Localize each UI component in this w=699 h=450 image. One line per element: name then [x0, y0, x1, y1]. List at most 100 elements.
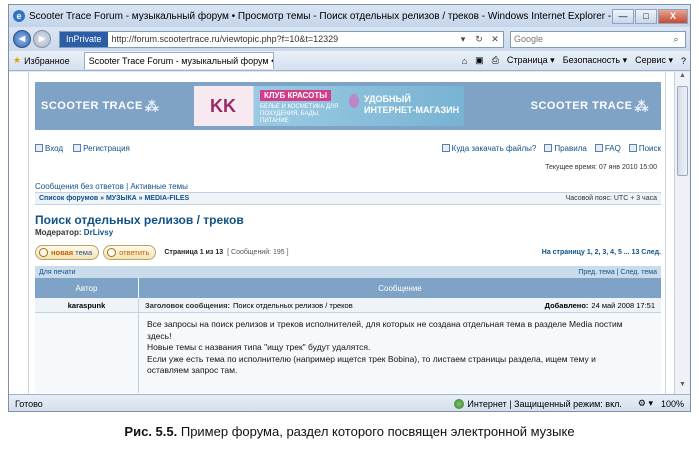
globe-icon — [454, 398, 465, 409]
scrollbar-thumb[interactable] — [677, 86, 688, 176]
reply-label: ответить — [119, 247, 150, 257]
column-author: Автор — [35, 278, 139, 298]
prev-next-topic[interactable]: Пред. тема | След. тема — [578, 269, 657, 276]
caption-label: Рис. 5.5. — [124, 424, 178, 439]
top-links-right: Куда закачать файлы? Правила FAQ Поиск — [441, 144, 661, 153]
scroll-down-icon[interactable]: ▼ — [675, 381, 690, 394]
post-line: Новые темы с названия типа "ищу трек" бу… — [147, 342, 371, 352]
favorites-bar: ★ Избранное Scooter Trace Forum - музыка… — [9, 51, 690, 71]
feeds-icon[interactable]: ▣ — [475, 55, 484, 66]
unanswered-link[interactable]: Сообщения без ответов — [35, 182, 124, 191]
login-link[interactable]: Вход — [35, 144, 63, 153]
browser-tab[interactable]: Scooter Trace Forum - музыкальный форум … — [83, 52, 274, 69]
site-logo-right[interactable]: SCOOTER TRACE ⁂ — [526, 98, 661, 115]
stop-icon[interactable]: ✕ — [487, 34, 503, 45]
tools-menu[interactable]: Сервис ▾ — [635, 55, 673, 66]
post-subject-label: Заголовок сообщения: — [145, 300, 230, 310]
ad-logo: KK — [210, 95, 236, 116]
register-label: Регистрация — [83, 144, 130, 153]
tab-title: Scooter Trace Forum - музыкальный форум … — [88, 56, 274, 66]
status-bar: Готово Интернет | Защищенный режим: вкл.… — [9, 394, 690, 411]
post-added: Добавлено: 24 май 2008 17:51 — [545, 301, 655, 310]
post-author-panel — [35, 313, 139, 393]
post-added-label: Добавлено: — [544, 300, 589, 310]
search-label: Поиск — [638, 144, 661, 153]
new-topic-button[interactable]: новая тема — [35, 244, 100, 260]
favorites-star-icon[interactable]: ★ — [13, 55, 21, 66]
faq-label: FAQ — [604, 144, 621, 153]
post-subject-cell: Заголовок сообщения: Поиск отдельных рел… — [139, 298, 661, 312]
search-go-icon[interactable]: ⌕ — [667, 34, 685, 45]
link-separator: | — [126, 182, 129, 191]
upload-link[interactable]: Куда закачать файлы? — [441, 144, 536, 153]
url-field[interactable]: http://forum.scootertrace.ru/viewtopic.p… — [108, 34, 455, 44]
print-icon[interactable]: ⎙ — [492, 55, 499, 66]
faq-icon — [594, 144, 603, 152]
maximize-button[interactable]: □ — [635, 8, 657, 24]
ad-small-text: БЕЛЬЕ И КОСМЕТИКА ДЛЯ ПОХУДЕНИЯ, БАДЫ, П… — [260, 104, 339, 124]
message-count: [ Сообщений: 195 ] — [227, 248, 289, 256]
footprint-icon: ⁂ — [144, 97, 160, 114]
topic-title[interactable]: Поиск отдельных релизов / треков — [35, 213, 244, 227]
secondary-links: Сообщения без ответов | Активные темы — [35, 182, 188, 191]
table-header: Автор Сообщение — [35, 278, 661, 298]
top-links: Вход Регистрация Куда закачать файлы? Пр… — [35, 144, 661, 153]
active-topics-link[interactable]: Активные темы — [130, 182, 187, 191]
search-link[interactable]: Поиск — [628, 144, 661, 153]
security-menu[interactable]: Безопасность ▾ — [563, 55, 627, 66]
navigation-bar: ◄ ► InPrivate http://forum.scootertrace.… — [9, 27, 690, 51]
vertical-scrollbar[interactable]: ▲ ▼ — [674, 72, 690, 394]
reply-button[interactable]: ответить — [103, 244, 157, 260]
pagination[interactable]: На страницу 1, 2, 3, 4, 5 ... 13 След. — [542, 249, 661, 256]
browser-window: e Scooter Trace Forum - музыкальный фору… — [8, 4, 691, 412]
timezone: Часовой пояс: UTC + 3 часа — [565, 195, 657, 202]
forward-button[interactable]: ► — [33, 30, 51, 48]
help-button[interactable]: ? — [681, 56, 686, 66]
current-time: Текущее время: 07 янв 2010 15:00 — [545, 164, 657, 171]
status-text: Готово — [15, 398, 43, 409]
logo-text-right: SCOOTER TRACE — [530, 100, 633, 112]
rules-icon — [544, 144, 553, 152]
zone-label: Интернет | Защищенный режим: вкл. — [467, 398, 622, 409]
search-placeholder: Google — [514, 34, 544, 44]
rules-link[interactable]: Правила — [544, 144, 587, 153]
page-viewport: SCOOTER TRACE ⁂ KK КЛУБ КРАСОТЫ БЕЛЬЕ И … — [9, 72, 690, 394]
window-controls: — □ X — [611, 8, 688, 24]
title-bar: e Scooter Trace Forum - музыкальный фору… — [9, 5, 690, 27]
inprivate-badge[interactable]: InPrivate — [60, 31, 108, 47]
scroll-up-icon[interactable]: ▲ — [675, 72, 690, 85]
address-bar[interactable]: InPrivate http://forum.scootertrace.ru/v… — [59, 30, 504, 48]
page-info: Страница 1 из 13 — [164, 248, 224, 256]
moderator-line: Модератор: DrLivsy — [35, 228, 113, 237]
new-topic-icon — [39, 247, 48, 257]
login-icon — [35, 144, 43, 152]
breadcrumb-bar: Список форумов » МУЗЫКА » MEDIA-FILES Ча… — [35, 192, 661, 205]
reply-icon — [107, 247, 117, 257]
minimize-button[interactable]: — — [612, 8, 634, 24]
ad-banner[interactable]: KK КЛУБ КРАСОТЫ БЕЛЬЕ И КОСМЕТИКА ДЛЯ ПО… — [194, 86, 464, 126]
compatibility-icon[interactable]: ▾ — [455, 34, 471, 45]
upload-icon — [441, 144, 450, 152]
moderator-name[interactable]: DrLivsy — [84, 228, 113, 237]
refresh-icon[interactable]: ↻ — [471, 34, 487, 45]
print-link[interactable]: Для печати — [39, 269, 76, 276]
close-button[interactable]: X — [658, 8, 688, 24]
breadcrumb[interactable]: Список форумов » МУЗЫКА » MEDIA-FILES — [39, 195, 189, 202]
back-button[interactable]: ◄ — [13, 30, 31, 48]
faq-link[interactable]: FAQ — [594, 144, 621, 153]
security-zone[interactable]: Интернет | Защищенный режим: вкл. — [454, 398, 622, 409]
home-icon[interactable]: ⌂ — [462, 56, 467, 66]
ie-logo-icon: e — [13, 10, 25, 22]
register-link[interactable]: Регистрация — [73, 144, 130, 153]
site-logo-left[interactable]: SCOOTER TRACE ⁂ — [35, 98, 170, 115]
page-menu[interactable]: Страница ▾ — [507, 55, 555, 66]
zoom-level[interactable]: 100% — [661, 399, 684, 409]
favorites-button[interactable]: Избранное — [24, 56, 70, 66]
forum-page: SCOOTER TRACE ⁂ KK КЛУБ КРАСОТЫ БЕЛЬЕ И … — [28, 72, 666, 394]
post-author[interactable]: karaspunk — [35, 298, 139, 312]
register-icon — [73, 144, 82, 152]
ad-shop-text: УДОБНЫЙ ИНТЕРНЕТ-МАГАЗИН — [364, 94, 460, 115]
search-input[interactable]: Google ⌕ — [510, 30, 686, 48]
protected-mode-icon[interactable]: ⚙ ▾ — [638, 398, 653, 409]
footprint-icon-right: ⁂ — [634, 97, 649, 114]
